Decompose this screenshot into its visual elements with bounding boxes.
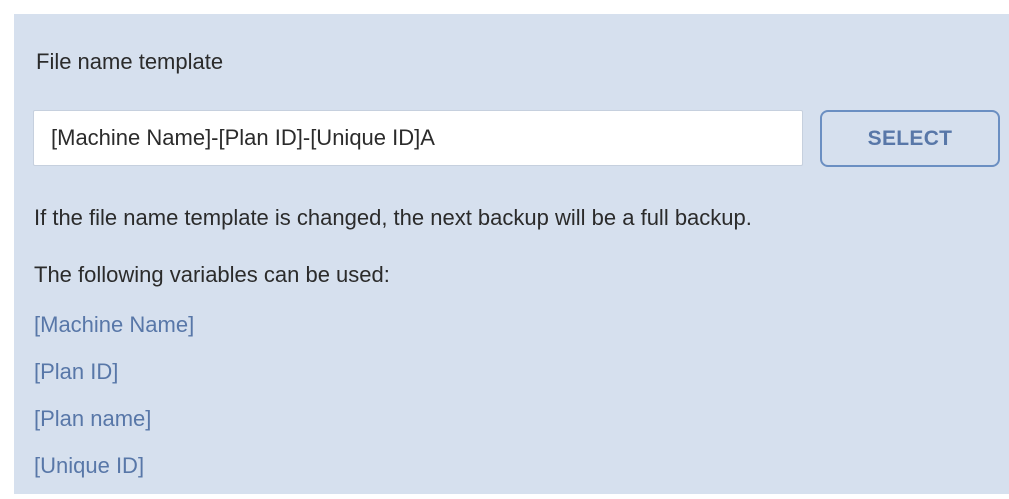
full-backup-note: If the file name template is changed, th…	[34, 205, 752, 230]
variable-link-machine-name[interactable]: [Machine Name]	[34, 311, 194, 358]
variables-list: [Machine Name] [Plan ID] [Plan name] [Un…	[34, 311, 194, 499]
select-button[interactable]: SELECT	[820, 110, 1000, 167]
file-name-template-input[interactable]: [Machine Name]-[Plan ID]-[Unique ID]A	[33, 110, 803, 166]
top-margin	[0, 0, 1009, 14]
variable-link-plan-name[interactable]: [Plan name]	[34, 405, 194, 452]
section-title: File name template	[36, 49, 224, 74]
variables-label: The following variables can be used:	[34, 262, 390, 287]
file-name-template-panel: File name template [Machine Name]-[Plan …	[14, 14, 1009, 494]
variable-link-plan-id[interactable]: [Plan ID]	[34, 358, 194, 405]
variable-link-unique-id[interactable]: [Unique ID]	[34, 452, 194, 499]
